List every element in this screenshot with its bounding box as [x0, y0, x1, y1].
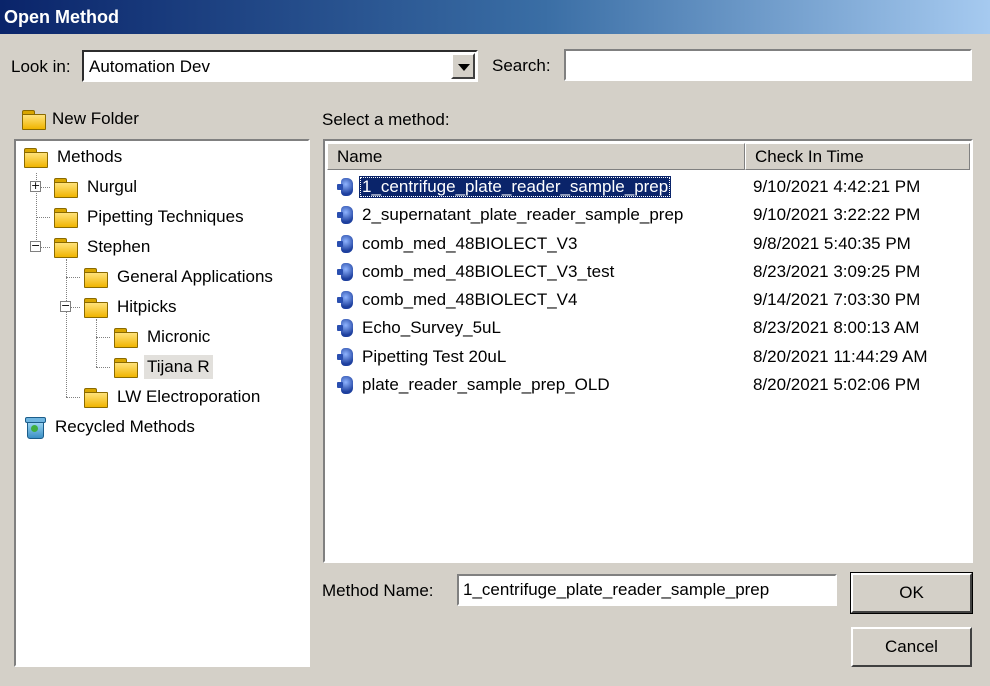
search-input[interactable]: [566, 51, 970, 79]
folder-icon: [84, 297, 108, 318]
look-in-dropdown[interactable]: Automation Dev: [82, 50, 478, 82]
collapse-icon[interactable]: −: [60, 300, 71, 312]
method-row[interactable]: Pipetting Test 20uL 8/20/2021 11:44:29 A…: [333, 343, 963, 371]
method-icon: [335, 178, 357, 198]
tree-item-label: Micronic: [147, 327, 211, 346]
tree-item-label: LW Electroporation: [117, 387, 261, 406]
tree-line: [96, 367, 110, 368]
method-icon: [335, 376, 357, 396]
method-name: plate_reader_sample_prep_OLD: [362, 375, 610, 394]
folder-tree[interactable]: + − − Methods Nurgul Pipetting Technique…: [14, 139, 310, 667]
recycle-bin-icon: [24, 415, 46, 439]
folder-icon: [24, 147, 48, 168]
method-name: Pipetting Test 20uL: [362, 347, 507, 366]
check-in-time: 9/10/2021 3:22:22 PM: [753, 205, 921, 224]
tree-item-nurgul[interactable]: Nurgul: [54, 173, 140, 201]
method-name: comb_med_48BIOLECT_V4: [362, 290, 578, 309]
cancel-button[interactable]: Cancel: [851, 627, 972, 667]
tree-item-pipetting-techniques[interactable]: Pipetting Techniques: [54, 203, 247, 231]
tree-item-lw-electroporation[interactable]: LW Electroporation: [84, 383, 263, 411]
collapse-icon[interactable]: −: [30, 240, 41, 252]
check-in-time: 9/8/2021 5:40:35 PM: [753, 234, 911, 253]
folder-icon: [84, 267, 108, 288]
folder-icon: [54, 237, 78, 258]
look-in-value: Automation Dev: [89, 57, 210, 76]
method-icon: [335, 348, 357, 368]
check-in-time: 8/20/2021 5:02:06 PM: [753, 375, 921, 394]
tree-line: [96, 319, 97, 367]
method-icon: [335, 206, 357, 226]
folder-icon: [54, 177, 78, 198]
folder-icon: [84, 387, 108, 408]
tree-item-label: Pipetting Techniques: [87, 207, 244, 226]
method-row[interactable]: comb_med_48BIOLECT_V3_test 8/23/2021 3:0…: [333, 258, 963, 286]
expand-icon[interactable]: +: [30, 180, 41, 192]
method-row[interactable]: plate_reader_sample_prep_OLD 8/20/2021 5…: [333, 371, 963, 399]
open-folder-icon: [114, 357, 138, 378]
method-name: Echo_Survey_5uL: [362, 318, 501, 337]
tree-item-label: Stephen: [87, 237, 151, 256]
tree-item-micronic[interactable]: Micronic: [114, 323, 213, 351]
column-header-label: Name: [337, 147, 383, 166]
tree-item-label: Methods: [57, 147, 123, 166]
method-icon: [335, 263, 357, 283]
tree-item-methods[interactable]: Methods: [24, 143, 125, 171]
tree-item-stephen[interactable]: Stephen: [54, 233, 153, 261]
check-in-time: 9/14/2021 7:03:30 PM: [753, 290, 921, 309]
tree-item-general-applications[interactable]: General Applications: [84, 263, 276, 291]
dropdown-arrow-icon[interactable]: [451, 53, 475, 79]
look-in-label: Look in:: [11, 57, 71, 76]
search-box[interactable]: [564, 49, 972, 81]
method-row[interactable]: comb_med_48BIOLECT_V4 9/14/2021 7:03:30 …: [333, 286, 963, 314]
method-icon: [335, 291, 357, 311]
tree-item-label: Recycled Methods: [55, 417, 195, 436]
method-name: comb_med_48BIOLECT_V3: [362, 234, 578, 253]
new-folder-icon: [22, 109, 46, 130]
tree-item-label: Tijana R: [144, 355, 213, 379]
method-name: 1_centrifuge_plate_reader_sample_prep: [359, 176, 672, 198]
method-name: 2_supernatant_plate_reader_sample_prep: [362, 205, 684, 224]
ok-button[interactable]: OK: [850, 572, 973, 614]
method-row[interactable]: 2_supernatant_plate_reader_sample_prep 9…: [333, 201, 963, 229]
tree-item-hitpicks[interactable]: Hitpicks: [84, 293, 180, 321]
title-bar: Open Method: [0, 0, 990, 34]
check-in-time: 9/10/2021 4:42:21 PM: [753, 177, 921, 196]
search-label: Search:: [492, 56, 551, 75]
method-name: comb_med_48BIOLECT_V3_test: [362, 262, 615, 281]
method-icon: [335, 235, 357, 255]
tree-line: [96, 337, 110, 338]
method-name-box[interactable]: [457, 574, 837, 606]
tree-item-label: Nurgul: [87, 177, 138, 196]
method-name-label: Method Name:: [322, 581, 434, 600]
method-name-input[interactable]: [459, 576, 835, 604]
check-in-time: 8/20/2021 11:44:29 AM: [753, 347, 928, 366]
tree-item-recycled-methods[interactable]: Recycled Methods: [24, 413, 198, 441]
method-row[interactable]: comb_med_48BIOLECT_V3 9/8/2021 5:40:35 P…: [333, 230, 963, 258]
folder-icon: [114, 327, 138, 348]
tree-item-tijana-r[interactable]: Tijana R: [114, 353, 213, 381]
column-header-name[interactable]: Name: [327, 143, 745, 170]
column-header-check-in-time[interactable]: Check In Time: [745, 143, 970, 170]
tree-line: [66, 277, 80, 278]
tree-item-label: General Applications: [117, 267, 273, 286]
tree-line: [66, 397, 80, 398]
select-method-label: Select a method:: [322, 110, 450, 129]
new-folder-button[interactable]: New Folder: [22, 106, 139, 132]
tree-line: [66, 259, 67, 397]
tree-item-label: Hitpicks: [117, 297, 177, 316]
new-folder-label: New Folder: [52, 109, 139, 128]
tree-line: [36, 217, 50, 218]
check-in-time: 8/23/2021 8:00:13 AM: [753, 318, 920, 337]
method-row[interactable]: 1_centrifuge_plate_reader_sample_prep 9/…: [333, 173, 963, 201]
method-icon: [335, 319, 357, 339]
check-in-time: 8/23/2021 3:09:25 PM: [753, 262, 921, 281]
column-header-label: Check In Time: [755, 147, 864, 166]
window-title: Open Method: [4, 7, 119, 27]
folder-icon: [54, 207, 78, 228]
method-row[interactable]: Echo_Survey_5uL 8/23/2021 8:00:13 AM: [333, 314, 963, 342]
method-list[interactable]: Name Check In Time 1_centrifuge_plate_re…: [323, 139, 973, 563]
